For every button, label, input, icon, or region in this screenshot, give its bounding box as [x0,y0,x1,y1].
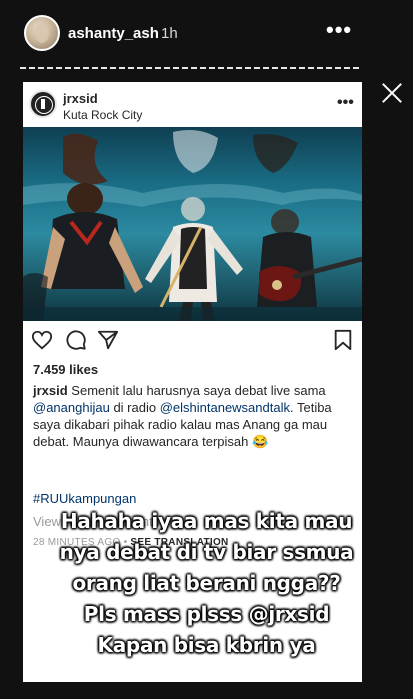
overlay-text-line: orang liat berani ngga?? [72,571,341,595]
post-username[interactable]: jrxsid [63,91,98,106]
close-icon[interactable] [378,80,406,108]
overlay-text-line: nya debat di tv biar ssmua [59,540,354,564]
like-count[interactable]: 7.459 likes [33,362,98,377]
story-header: ashanty_ash 1h ••• [0,0,413,70]
post-action-bar [23,325,362,355]
comment-icon[interactable] [65,329,87,351]
post-photo [23,127,362,321]
overlay-text-line: Kapan bisa kbrin ya [97,633,316,657]
post-location[interactable]: Kuta Rock City [63,108,142,122]
story-text-overlay: Hahaha iyaa mas kita mau nya debat di tv… [0,506,413,661]
paper-plane-icon[interactable] [97,329,119,351]
underwater-band-illustration [23,130,362,321]
post-caption: jrxsid Semenit lalu harusnya saya debat … [33,382,353,450]
mention-link[interactable]: @elshintanewsandtalk [160,400,290,415]
story-more-options-button[interactable]: ••• [326,19,352,41]
caption-text: di radio [109,400,160,415]
hashtag-link[interactable]: #RUUkampungan [33,491,136,506]
story-avatar[interactable] [24,15,60,51]
overlay-text-line: Pls mass plsss @jrxsid [83,602,330,626]
story-username[interactable]: ashanty_ash [68,25,159,42]
caption-username[interactable]: jrxsid [33,383,68,398]
caption-text: Semenit lalu harusnya saya debat live sa… [67,383,326,398]
story-progress-bar [20,67,360,69]
overlay-text-line: Hahaha iyaa mas kita mau [60,509,353,533]
post-header: jrxsid Kuta Rock City ••• [23,82,362,127]
mention-link[interactable]: @ananghijau [33,400,110,415]
post-avatar[interactable] [29,90,57,118]
story-timestamp: 1h [161,25,178,42]
heart-icon[interactable] [31,329,53,351]
post-more-options-button[interactable]: ••• [337,94,354,112]
bookmark-icon[interactable] [332,329,354,351]
